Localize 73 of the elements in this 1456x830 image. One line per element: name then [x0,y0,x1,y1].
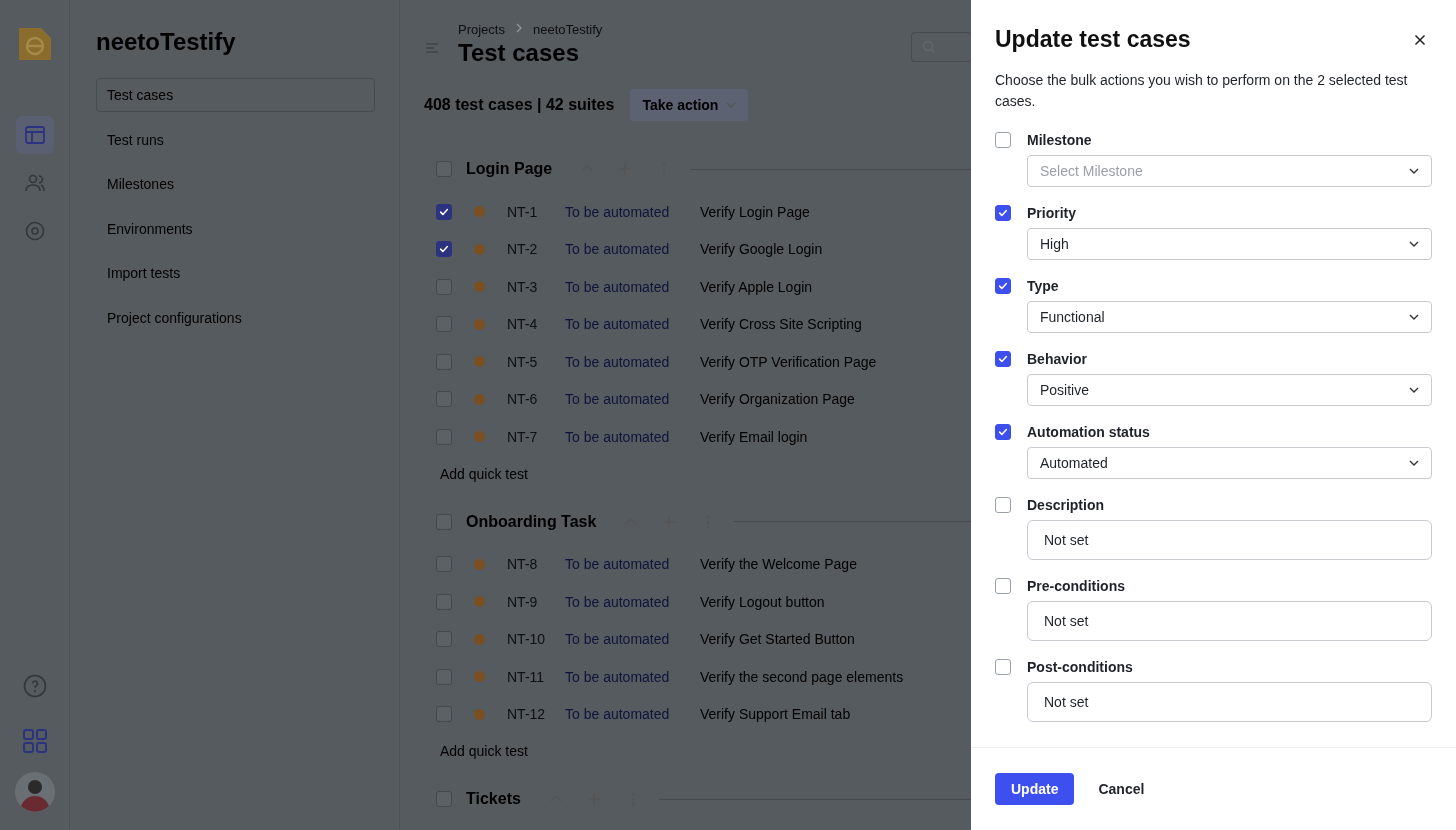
test-title[interactable]: Verify Google Login [700,241,823,258]
sidebar-item[interactable]: Project configurations [96,300,253,335]
test-title[interactable]: Verify Apple Login [700,278,813,295]
app-name: neetoTestify [96,28,237,56]
suite-name: Tickets [466,790,521,808]
automation-status: To be automated [565,391,671,408]
take-action-button[interactable]: Take action [630,89,749,121]
suite-name: Login Page [466,160,553,178]
field-label: Automation status [1027,424,1151,440]
select-field[interactable]: Positive [1027,374,1432,406]
add-quick-test-link[interactable]: Add quick test [440,465,528,482]
sidebar-item[interactable]: Import tests [96,256,192,290]
test-title[interactable]: Verify Get Started Button [700,631,855,648]
sidebar-item[interactable]: Milestones [96,167,185,201]
sidebar-item[interactable]: Environments [96,211,204,246]
field-label: Type [1027,278,1060,294]
automation-status: To be automated [565,706,671,723]
test-title[interactable]: Verify Logout button [700,593,825,610]
test-id: NT-12 [507,706,547,723]
test-title[interactable]: Verify the Welcome Page [700,556,857,573]
field-label: Description [1027,497,1105,513]
update-button[interactable]: Update [995,773,1075,805]
select-field[interactable]: Select Milestone [1027,155,1432,187]
field-label: Milestone [1027,132,1093,148]
automation-status: To be automated [565,556,671,573]
test-id: NT-6 [507,391,539,408]
field-label: Behavior [1027,351,1088,367]
select-field[interactable]: Automated [1027,447,1432,479]
test-id: NT-10 [507,631,547,648]
text-field[interactable]: Not set [1027,601,1432,641]
sidebar-item[interactable]: Test runs [96,122,175,157]
breadcrumb-link[interactable]: neetoTestify [532,22,603,37]
suite-name: Onboarding Task [466,512,597,531]
automation-status: To be automated [565,668,671,685]
automation-status: To be automated [565,631,671,648]
field-label: Pre-conditions [1027,578,1126,594]
test-title[interactable]: Verify OTP Verification Page [700,353,877,370]
drawer-description: Choose the bulk actions you wish to perform on the 2 selected test cases. [995,71,1409,111]
select-field[interactable]: Functional [1027,301,1432,333]
field-label: Priority [1027,205,1077,221]
page-title: Test cases [458,39,580,67]
field-label: Post-conditions [1027,659,1134,675]
select-field[interactable]: High [1027,228,1432,260]
automation-status: To be automated [565,593,671,610]
test-id: NT-8 [507,556,539,573]
test-title[interactable]: Verify Cross Site Scripting [700,316,862,333]
automation-status: To be automated [565,203,671,220]
text-field[interactable]: Not set [1027,682,1432,722]
automation-status: To be automated [565,278,671,295]
test-id: NT-11 [507,668,546,685]
drawer-title: Update test cases [995,26,1191,53]
automation-status: To be automated [565,316,671,333]
test-id: NT-1 [507,203,539,220]
test-id: NT-2 [507,241,539,258]
test-title[interactable]: Verify Support Email tab [700,706,851,723]
automation-status: To be automated [565,428,671,445]
sidebar-item[interactable]: Test cases [96,78,375,112]
automation-status: To be automated [565,241,671,258]
test-title[interactable]: Verify Organization Page [700,391,855,408]
test-title[interactable]: Verify the second page elements [700,668,904,685]
breadcrumb-link[interactable]: Projects [458,22,505,37]
test-id: NT-9 [507,593,539,610]
test-title[interactable]: Verify Login Page [700,203,810,220]
test-count: 408 test cases | 42 suites [424,96,615,114]
test-title[interactable]: Verify Email login [700,428,808,445]
add-quick-test-link[interactable]: Add quick test [440,743,528,759]
automation-status: To be automated [565,353,671,370]
test-id: NT-7 [507,428,539,445]
cancel-button[interactable]: Cancel [1082,773,1161,805]
test-id: NT-4 [507,316,539,333]
test-id: NT-5 [507,353,539,370]
text-field[interactable]: Not set [1027,520,1432,560]
test-id: NT-3 [507,278,539,295]
